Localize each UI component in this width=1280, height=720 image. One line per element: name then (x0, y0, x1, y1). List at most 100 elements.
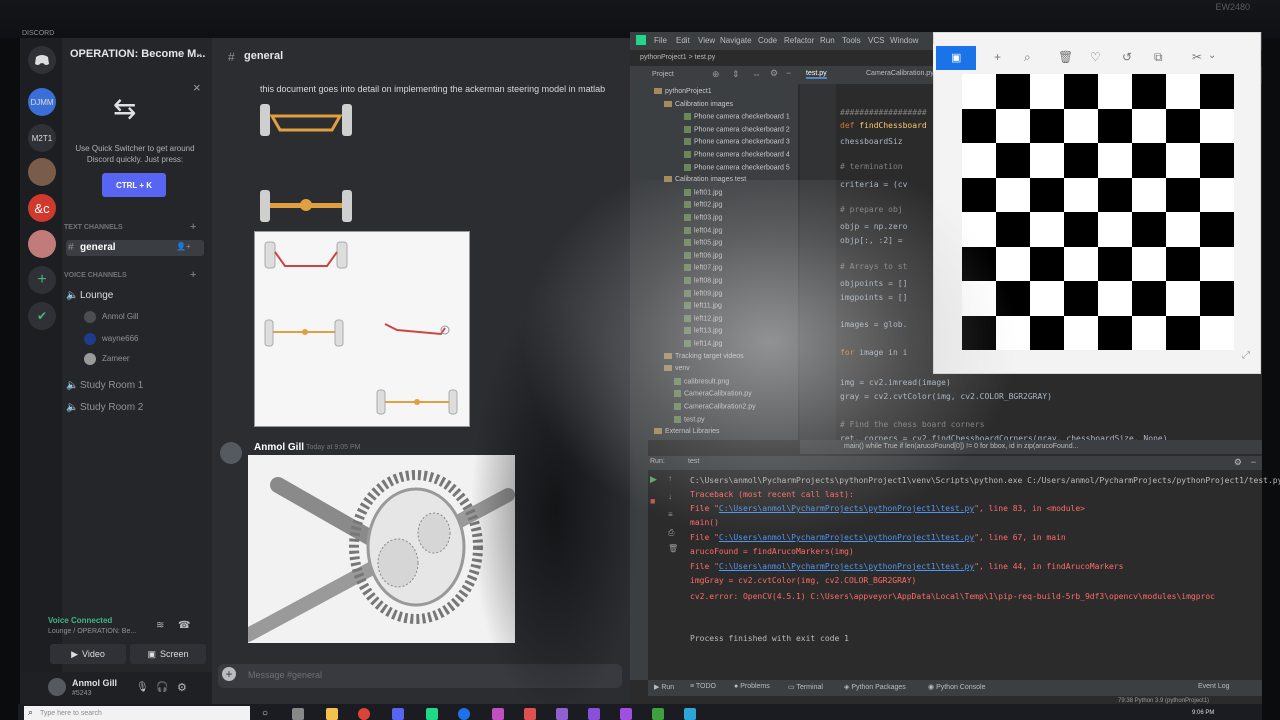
voice-user[interactable]: Zameer (102, 354, 130, 363)
menu-view[interactable]: View (698, 36, 715, 45)
discord-icon[interactable] (392, 708, 404, 720)
stop-icon[interactable]: ■ (650, 496, 655, 506)
tree-file[interactable]: test.py (674, 415, 705, 423)
tree-folder[interactable]: Calibration images (664, 101, 733, 108)
tree-file[interactable]: left07.jpg (684, 264, 722, 272)
chrome-icon[interactable] (358, 708, 370, 720)
run-config-tab[interactable]: test (688, 458, 699, 465)
voice-user[interactable]: wayne666 (102, 334, 138, 343)
steering-thumbnail-2[interactable] (258, 186, 354, 226)
tree-file[interactable]: left04.jpg (684, 226, 722, 234)
tab-event-log[interactable]: Event Log (1198, 683, 1230, 690)
collapse-icon[interactable]: ⇔ (752, 69, 761, 79)
tree-file[interactable]: Phone camera checkerboard 1 (684, 113, 790, 121)
tab-todo[interactable]: ≡ TODO (690, 683, 716, 690)
voice-user[interactable]: Anmol Gill (102, 312, 138, 321)
tree-file[interactable]: left14.jpg (684, 340, 722, 347)
taskbar-app-icon[interactable] (652, 708, 664, 720)
file-link[interactable]: C:\Users\anmol\PycharmProjects\pythonPro… (719, 504, 974, 513)
tree-file[interactable]: Phone camera checkerboard 4 (684, 151, 790, 158)
chevron-down-icon[interactable]: ⌄ (195, 48, 203, 59)
add-channel-icon[interactable]: + (190, 221, 196, 233)
locate-icon[interactable]: ⊕ (712, 69, 720, 80)
scroll-down-icon[interactable]: ↓ (668, 492, 672, 501)
tree-file[interactable]: left05.jpg (684, 239, 722, 247)
file-link[interactable]: C:\Users\anmol\PycharmProjects\pythonPro… (719, 562, 974, 571)
avatar[interactable] (48, 678, 66, 696)
discord-home-icon[interactable] (28, 46, 56, 74)
tree-file[interactable]: Phone camera checkerboard 2 (684, 125, 790, 133)
taskbar-app-icon[interactable] (524, 708, 536, 720)
differential-gear-image[interactable] (241, 455, 515, 643)
noise-suppression-icon[interactable]: ≋ (156, 620, 164, 631)
photos-icon[interactable] (684, 708, 696, 720)
hide-panel-icon[interactable]: − (786, 68, 791, 78)
print-icon[interactable]: ⎙ (668, 528, 674, 538)
guild-icon-djmm[interactable]: DJMM (28, 88, 56, 116)
tab-problems[interactable]: ● Problems (734, 683, 770, 690)
project-panel-title[interactable]: Project (652, 71, 674, 78)
voice-channels-category[interactable]: VOICE CHANNELS (64, 272, 127, 279)
expand-icon[interactable]: ⇕ (732, 69, 740, 80)
heart-icon[interactable]: ♡ (1090, 50, 1101, 64)
taskbar-app-icon[interactable] (292, 708, 304, 720)
breadcrumb[interactable]: pythonProject1 > test.py (640, 54, 715, 61)
plus-icon[interactable]: + (994, 50, 1001, 64)
scroll-up-icon[interactable]: ↑ (668, 474, 672, 483)
add-server-icon[interactable]: + (28, 266, 56, 294)
delete-icon[interactable]: 🗑 (1058, 50, 1073, 64)
taskbar-app-icon[interactable] (588, 708, 600, 720)
chevron-down-icon[interactable]: ⌄ (1208, 50, 1216, 61)
tab-test-py[interactable]: test.py (806, 70, 827, 79)
server-name[interactable]: OPERATION: Become M... (70, 48, 205, 60)
tools-icon[interactable]: ✂ (1192, 50, 1202, 64)
menu-navigate[interactable]: Navigate (720, 36, 752, 45)
tree-file[interactable]: CameraCalibration.py (674, 390, 752, 398)
explore-servers-icon[interactable]: ✔ (28, 302, 56, 330)
video-button[interactable]: ▶ Video (50, 644, 126, 664)
taskbar-app-icon[interactable] (556, 708, 568, 720)
text-channels-category[interactable]: TEXT CHANNELS (64, 224, 123, 231)
disconnect-icon[interactable]: ☎ (178, 620, 190, 631)
menu-tools[interactable]: Tools (842, 36, 861, 45)
tree-file[interactable]: calibresult.png (674, 377, 729, 385)
menu-code[interactable]: Code (758, 36, 777, 45)
tree-file[interactable]: left01.jpg (684, 188, 722, 196)
tab-camera-calibration[interactable]: CameraCalibration.py (866, 70, 934, 77)
gear-icon[interactable]: ⚙ (1234, 457, 1242, 468)
steering-diagram-image[interactable] (254, 231, 470, 427)
tree-file[interactable]: left11.jpg (684, 302, 722, 310)
hide-panel-icon[interactable]: − (1251, 457, 1256, 467)
menu-vcs[interactable]: VCS (868, 36, 884, 45)
tree-folder[interactable]: venv (664, 365, 690, 372)
task-view-icon[interactable]: ○ (262, 708, 274, 720)
taskbar-app-icon[interactable] (620, 708, 632, 720)
trash-icon[interactable]: 🗑 (668, 544, 678, 553)
voice-channel-study-room-1[interactable]: Study Room 1 (80, 380, 143, 391)
rotate-icon[interactable]: ↺ (1122, 50, 1132, 64)
menu-refactor[interactable]: Refactor (784, 36, 814, 45)
menu-edit[interactable]: Edit (676, 36, 690, 45)
edge-icon[interactable] (458, 708, 470, 720)
quick-switcher-button[interactable]: CTRL + K (102, 173, 166, 197)
tree-folder[interactable]: pythonProject1 (654, 88, 712, 95)
taskbar-clock[interactable]: 9:06 PM (1192, 710, 1214, 716)
tree-folder[interactable]: Tracking target videos (664, 353, 744, 360)
voice-location[interactable]: Lounge / OPERATION: Be... (48, 628, 136, 635)
menu-run[interactable]: Run (820, 36, 835, 45)
add-member-icon[interactable]: 👤+ (176, 242, 191, 251)
voice-channel-study-room-2[interactable]: Study Room 2 (80, 402, 143, 413)
screen-share-button[interactable]: ▣ Screen (130, 644, 206, 664)
expand-icon[interactable]: ⤢ (1242, 350, 1250, 361)
add-voice-channel-icon[interactable]: + (190, 269, 196, 281)
tab-run[interactable]: ▶ Run (654, 683, 674, 691)
tree-file[interactable]: left13.jpg (684, 327, 722, 335)
avatar[interactable] (220, 442, 242, 464)
save-button[interactable]: ▣ (936, 46, 976, 70)
gear-icon[interactable]: ⚙ (770, 68, 778, 79)
guild-icon-avatar[interactable] (28, 158, 56, 186)
tab-terminal[interactable]: ▭ Terminal (788, 683, 823, 691)
tree-folder[interactable]: Calibration images test (664, 176, 746, 183)
rerun-icon[interactable]: ▶ (650, 474, 657, 485)
editor-breadcrumbs[interactable]: main() while True if len(arucoFound[0]) … (800, 440, 1262, 454)
